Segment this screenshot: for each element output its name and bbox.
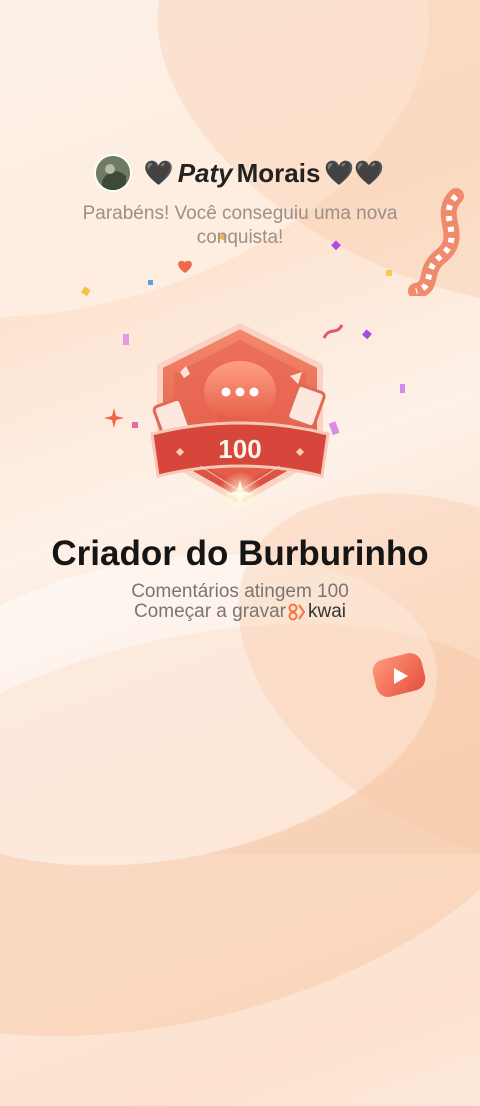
kwai-brand-label: kwai [308, 601, 347, 622]
start-recording-label: Começar a gravar [133, 601, 287, 622]
play-button-icon[interactable] [370, 652, 428, 698]
avatar[interactable] [95, 156, 130, 190]
congrats-subtitle: Parabéns! Você conseguiu uma nova conqui… [82, 203, 398, 248]
username-last: Morais [236, 157, 321, 188]
user-row: 🖤 Paty Morais 🖤🖤 [0, 156, 480, 190]
background-wave [0, 553, 480, 1106]
confetti [123, 334, 129, 345]
kwai-brand: kwai [288, 602, 346, 622]
badge-count: 100 [218, 434, 261, 464]
black-heart-icon: 🖤 [143, 159, 174, 187]
username-first: Paty [177, 157, 233, 188]
confetti [386, 270, 392, 276]
chat-bubble-badge-icon: 100 [150, 323, 330, 516]
achievement-description-block: Comentários atingem 100 Começar a gravar… [0, 582, 480, 622]
username: 🖤 Paty Morais 🖤🖤 [144, 158, 384, 189]
confetti [104, 408, 124, 428]
header: 🖤 Paty Morais 🖤🖤 Parabéns! Você consegui… [0, 156, 480, 250]
confetti [362, 329, 372, 340]
start-recording-link[interactable]: Começar a gravar kwai [0, 602, 480, 622]
confetti [178, 260, 192, 273]
confetti [148, 280, 153, 285]
achievement-title: Criador do Burburinho [51, 534, 429, 573]
confetti [400, 384, 405, 393]
profile-photo-icon [95, 156, 130, 190]
black-heart-icon: 🖤🖤 [324, 159, 385, 187]
kwai-logo-icon [288, 603, 306, 621]
confetti [81, 286, 91, 297]
achievement-description: Comentários atingem 100 [131, 581, 349, 602]
